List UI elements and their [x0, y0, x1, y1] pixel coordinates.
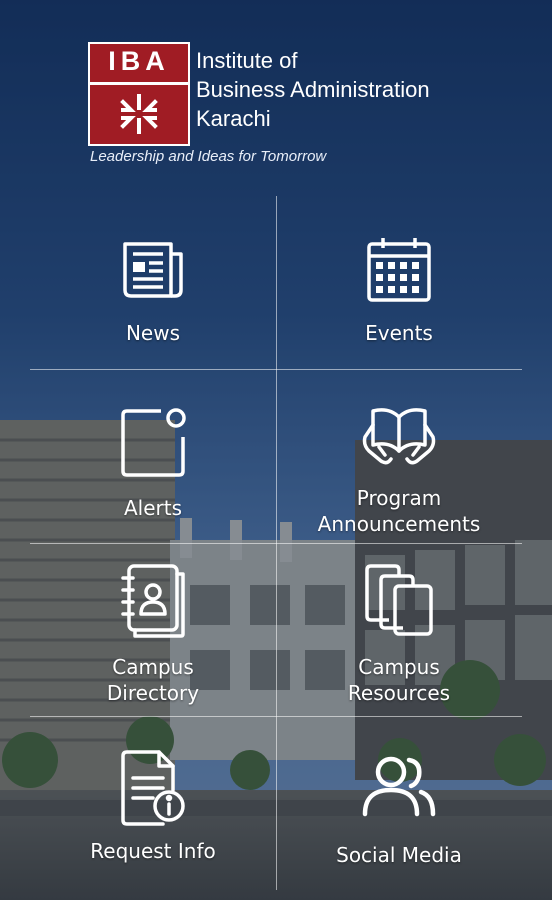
tile-news[interactable]: News	[30, 200, 276, 370]
tagline: Leadership and Ideas for Tomorrow	[90, 148, 327, 165]
tile-social-media[interactable]: Social Media	[276, 720, 522, 890]
grid-divider-horizontal	[30, 716, 522, 717]
stacked-documents-icon	[359, 558, 439, 638]
tile-label: Social Media	[336, 843, 462, 867]
tile-request-info[interactable]: Request Info	[30, 720, 276, 890]
logo-divider	[90, 82, 188, 85]
document-info-icon	[113, 748, 193, 828]
people-icon	[359, 746, 439, 826]
contact-directory-icon	[113, 560, 193, 640]
logo-emblem-icon	[120, 94, 158, 134]
logo-text: IBA	[108, 46, 170, 76]
tile-label: News	[125, 321, 181, 345]
calendar-icon	[359, 230, 439, 310]
institute-name-line: Karachi	[196, 106, 271, 131]
grid-divider-horizontal	[30, 543, 522, 544]
tile-label: Request Info	[90, 839, 216, 863]
iba-logo: IBA	[88, 42, 190, 146]
open-book-icon	[359, 395, 439, 475]
alert-notification-icon	[113, 401, 193, 481]
tile-events[interactable]: Events	[276, 200, 522, 370]
tile-label: Campus Resources	[347, 655, 451, 705]
tile-program-announcements[interactable]: Program Announcements	[276, 373, 522, 543]
tile-alerts[interactable]: Alerts	[30, 373, 276, 543]
tile-label: Alerts	[123, 496, 183, 520]
institute-name-line: Institute of	[196, 48, 298, 73]
institute-name-line: Business Administration	[196, 77, 430, 102]
tile-label: Campus Directory	[106, 655, 200, 705]
newspaper-icon	[113, 230, 193, 310]
tile-campus-resources[interactable]: Campus Resources	[276, 546, 522, 716]
tile-campus-directory[interactable]: Campus Directory	[30, 546, 276, 716]
tile-label: Program Announcements	[317, 486, 481, 536]
institute-name: Institute of Business Administration Kar…	[196, 46, 496, 133]
tile-label: Events	[365, 321, 433, 345]
